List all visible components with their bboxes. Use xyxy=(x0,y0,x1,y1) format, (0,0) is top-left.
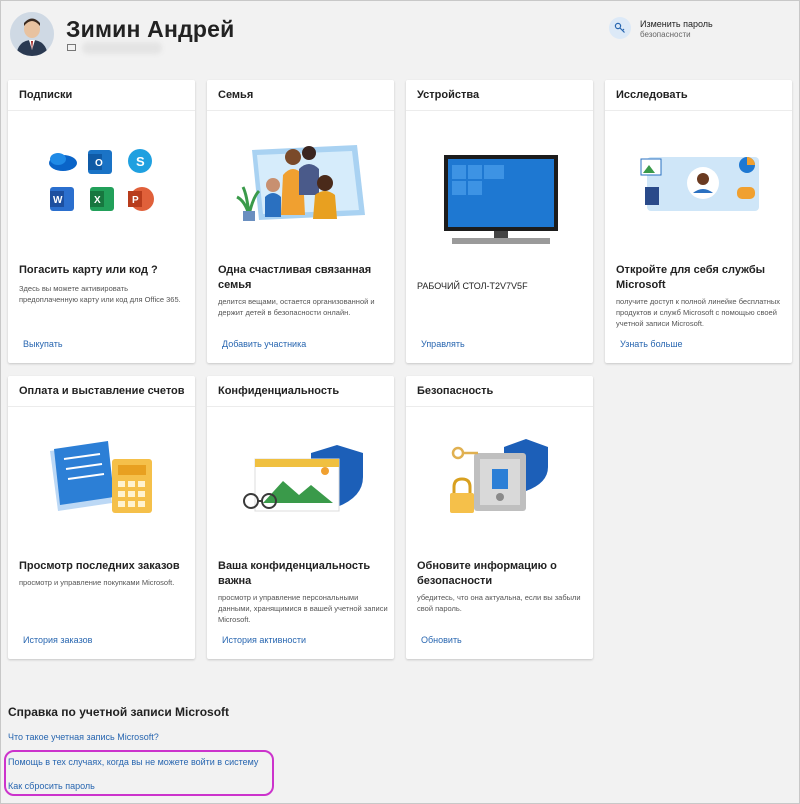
card-title: Подписки xyxy=(19,89,73,101)
card-title: Оплата и выставление счетов xyxy=(19,385,185,397)
padlock-icon xyxy=(450,477,474,513)
manage-link[interactable]: Управлять xyxy=(421,339,465,349)
svg-text:S: S xyxy=(136,154,145,169)
explore-illustration xyxy=(605,135,792,255)
card-description: просмотр и управление покупками Microsof… xyxy=(19,578,175,587)
avatar[interactable] xyxy=(10,12,54,56)
svg-text:W: W xyxy=(53,195,63,206)
svg-text:P: P xyxy=(132,195,139,206)
key-icon[interactable] xyxy=(609,17,631,39)
redeem-link[interactable]: Выкупать xyxy=(23,339,63,349)
card-title: Семья xyxy=(218,89,254,101)
svg-text:O: O xyxy=(95,158,103,169)
chart-icon xyxy=(739,157,755,173)
card-explore: Исследовать Откройте для себя службы Mic… xyxy=(605,80,792,363)
card-title: Конфиденциальность xyxy=(218,385,340,397)
card-description: Здесь вы можете активировать предоплачен… xyxy=(19,284,181,304)
card-heading: Погасить карту или код ? xyxy=(19,264,158,276)
excel-icon: X xyxy=(90,187,114,211)
skype-icon: S xyxy=(128,149,152,173)
card-family: Семья Одна счастливая связанная семья де… xyxy=(207,80,394,363)
calculator-icon xyxy=(112,459,152,513)
card-security: Безопасность Обновите информацию о безоп… xyxy=(406,376,593,659)
activity-history-link[interactable]: История активности xyxy=(222,635,306,645)
card-devices: Устройства РАБОЧИЙ СТОЛ-T2V7V5F Управлят… xyxy=(406,80,593,363)
card-heading: Обновите информацию о безопасности xyxy=(417,560,557,587)
user-name: Зимин Андрей xyxy=(66,16,235,42)
monitor-illustration xyxy=(406,135,593,255)
learn-more-link[interactable]: Узнать больше xyxy=(620,339,683,349)
order-history-link[interactable]: История заказов xyxy=(23,635,92,645)
update-link[interactable]: Обновить xyxy=(421,635,462,645)
help-section-title: Справка по учетной записи Microsoft xyxy=(8,705,230,719)
card-title: Исследовать xyxy=(616,89,688,101)
outlook-icon: O xyxy=(88,150,112,174)
card-heading: Откройте для себя службы Microsoft xyxy=(616,264,766,291)
card-description: делится вещами, остается организованной … xyxy=(218,297,375,317)
mail-icon xyxy=(67,44,76,51)
image-icon xyxy=(640,158,662,176)
family-illustration xyxy=(207,135,394,255)
card-heading: Одна счастливая связанная семья xyxy=(218,264,372,291)
receipt-icon xyxy=(50,441,114,511)
card-subscriptions: Подписки O S W X P Погасить карту или ко… xyxy=(8,80,195,363)
what-is-account-link[interactable]: Что такое учетная запись Microsoft? xyxy=(8,732,159,742)
card-description: убедитесь, что она актуальна, если вы за… xyxy=(417,593,581,613)
divider xyxy=(207,406,394,407)
divider xyxy=(605,110,792,111)
document-icon xyxy=(645,187,659,205)
card-billing: Оплата и выставление счетов Просмотр пос… xyxy=(8,376,195,659)
powerpoint-icon: P xyxy=(128,187,154,211)
card-heading: Ваша конфиденциальность важна xyxy=(218,560,371,587)
billing-illustration xyxy=(8,431,195,551)
card-title: Устройства xyxy=(417,89,480,101)
card-privacy: Конфиденциальность Ваша конфиденциальнос… xyxy=(207,376,394,659)
security-illustration xyxy=(406,431,593,551)
card-title: Безопасность xyxy=(417,385,494,397)
office-apps-illustration: O S W X P xyxy=(8,135,195,255)
highlight-annotation xyxy=(4,750,274,796)
safe-icon xyxy=(474,453,526,511)
add-member-link[interactable]: Добавить участника xyxy=(222,339,306,349)
card-heading: Просмотр последних заказов xyxy=(19,560,180,572)
divider xyxy=(207,110,394,111)
device-name: РАБОЧИЙ СТОЛ-T2V7V5F xyxy=(417,281,528,291)
gamepad-icon xyxy=(737,187,755,199)
divider xyxy=(406,406,593,407)
change-password-link[interactable]: Изменить пароль xyxy=(640,19,713,29)
card-description: получите доступ к полной линейке бесплат… xyxy=(616,297,780,328)
svg-text:X: X xyxy=(94,195,101,206)
divider xyxy=(8,406,195,407)
divider xyxy=(406,110,593,111)
word-icon: W xyxy=(50,187,74,211)
onedrive-icon xyxy=(49,153,77,171)
change-password-subtitle: безопасности xyxy=(640,30,691,39)
divider xyxy=(8,110,195,111)
privacy-illustration xyxy=(207,431,394,551)
card-description: просмотр и управление персональными данн… xyxy=(218,593,388,624)
plant-icon xyxy=(236,186,261,221)
email-redacted xyxy=(82,42,162,54)
